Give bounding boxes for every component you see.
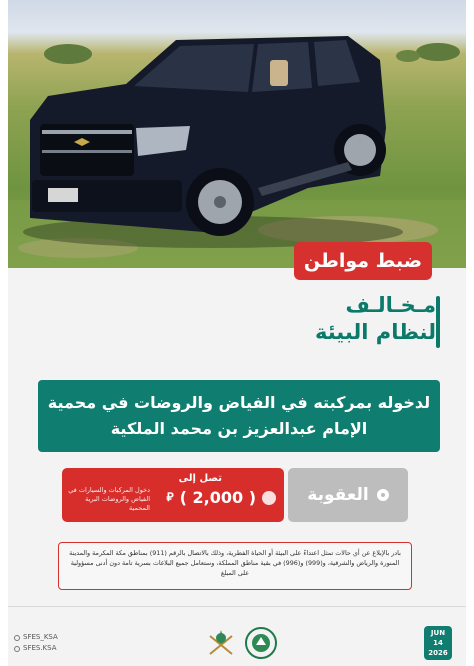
arrest-tag: ضبط مواطن [294,242,432,280]
penalty-badge: العقوبة [288,468,408,522]
description-line-2: الإمام عبدالعزيز بن محمد الملكية [110,419,368,438]
emblem-logo [209,630,233,655]
x-logo-icon [14,634,20,641]
footer-divider [8,606,466,607]
arrest-tag-label: ضبط مواطن [303,250,423,272]
violation-description: لدخوله بمركبته في الفياض والروضات في محم… [38,380,440,452]
penalty-icon [376,489,389,501]
social-row-instagram[interactable]: SFES.KSA [14,643,58,654]
notice-text: بادر بالإبلاغ عن أي حالات تمثل اعتداءً ع… [69,549,401,577]
date-day: 14 [433,639,443,647]
car-photo [8,36,466,268]
violator-line-1: مـخـالـف [345,293,436,317]
social-handle-2: SFES.KSA [23,644,57,652]
report-notice: بادر بالإبلاغ عن أي حالات تمثل اعتداءً ع… [58,542,412,590]
coin-icon [262,490,276,505]
instagram-icon [14,645,20,652]
violator-line-2: لنظام البيئة [314,320,436,344]
social-handles: SFES_KSA SFES.KSA [14,632,58,654]
suv-photo [8,0,466,268]
violator-heading: مـخـالـف لنظام البيئة [236,292,436,346]
social-row-x[interactable]: SFES_KSA [14,632,58,643]
social-handle-1: SFES_KSA [23,633,58,641]
fine-amount: ( 2,000 ) [179,488,256,507]
fine-amount-row: ( 2,000 ) ⃁ [166,488,276,507]
description-line-1: لدخوله بمركبته في الفياض والروضات في محم… [47,393,431,412]
date-month: JUN [430,629,446,637]
poster: ضبط مواطن مـخـالـف لنظام البيئة لدخوله ب… [8,0,466,666]
date-year: 2026 [428,649,448,657]
fine-note: دخول المركبات والسيارات في الفياض والروض… [68,486,150,512]
currency-symbol: ⃁ [166,490,174,504]
fine-up-to: تصل إلى [178,473,222,484]
penalty-label: العقوبة [307,485,369,505]
fine-box: تصل إلى ( 2,000 ) ⃁ دخول المركبات والسيا… [62,468,284,522]
accent-bar [436,296,440,348]
logos [204,626,278,660]
ministry-logo [245,627,277,659]
date-badge: JUN 14 2026 [424,626,452,660]
